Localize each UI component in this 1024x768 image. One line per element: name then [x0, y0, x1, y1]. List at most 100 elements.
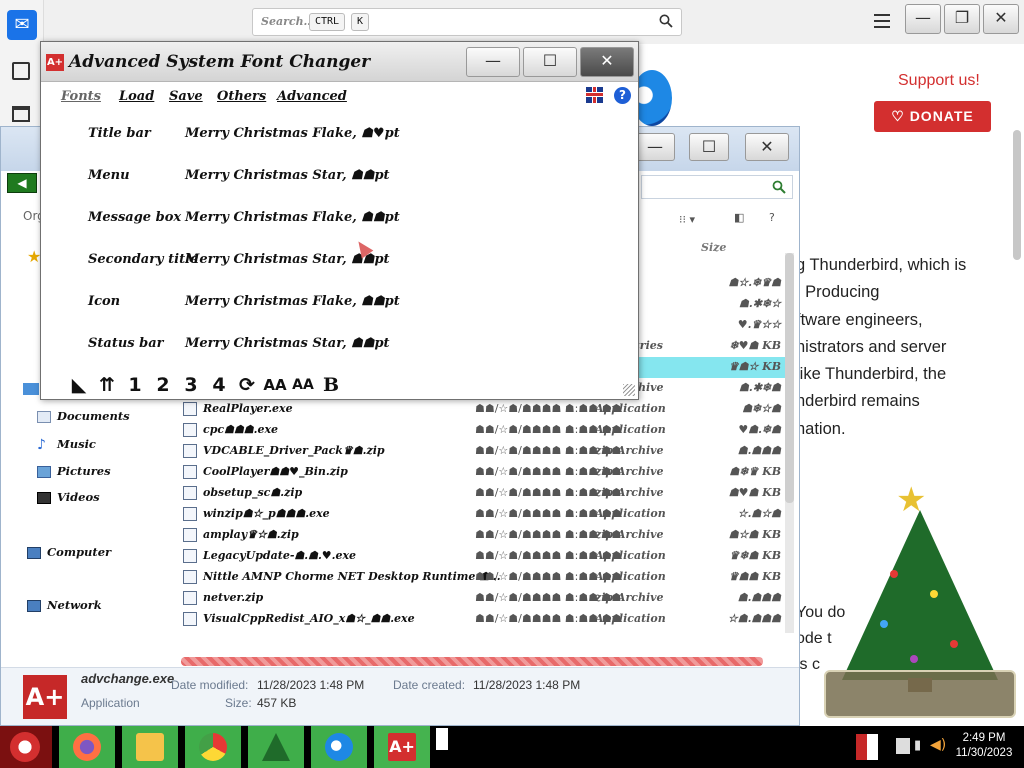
- font-setting-label: Icon: [88, 294, 121, 309]
- address-book-icon[interactable]: [12, 62, 30, 80]
- uk-flag-icon[interactable]: [586, 87, 603, 103]
- file-row[interactable]: amplay♛☆☗.zip ☗☗/☆☗/☗☗☗☗ ☗:☗☗ ☗☗ zip Archi…: [181, 525, 785, 546]
- file-row[interactable]: LegacyUpdate-☗.☗.♥.exe ☗☗/☆☗/☗☗☗☗ ☗:☗☗ ☗☗…: [181, 546, 785, 567]
- preset-4-button[interactable]: 4: [207, 373, 231, 397]
- file-size: ❄♥☗ KB: [729, 339, 781, 352]
- back-button[interactable]: ◀: [7, 173, 37, 193]
- donate-button[interactable]: ♡ DONATE: [874, 101, 991, 132]
- file-icon: [183, 465, 197, 479]
- explorer-maximize-button[interactable]: ☐: [689, 133, 729, 161]
- clock-time[interactable]: 2:49 PM: [952, 732, 1016, 744]
- help-icon[interactable]: ?: [769, 211, 775, 224]
- font-size-larger-button[interactable]: AA: [263, 373, 287, 397]
- font-setting-label: Message box: [88, 210, 182, 225]
- nav-network[interactable]: Network: [47, 598, 102, 612]
- taskbar-font-changer[interactable]: A+: [373, 726, 430, 768]
- menu-advanced[interactable]: Advanced: [277, 89, 347, 104]
- taskbar-christmas-tree[interactable]: [247, 726, 304, 768]
- menu-others[interactable]: Others: [217, 89, 266, 104]
- search-input[interactable]: Search… CTRL K: [252, 8, 682, 36]
- restore-button[interactable]: ❐: [944, 4, 980, 34]
- created-label: Date created:: [393, 678, 466, 692]
- taskbar-firefox[interactable]: [58, 726, 115, 768]
- file-name: obsetup_sc☗.zip: [203, 486, 303, 499]
- font-changer-maximize-button[interactable]: ☐: [523, 47, 577, 77]
- preset-3-button[interactable]: 3: [179, 373, 203, 397]
- app-menu-icon[interactable]: [874, 14, 890, 28]
- font-changer-close-button[interactable]: ✕: [580, 47, 634, 77]
- file-row[interactable]: cpc☗☗☗.exe ☗☗/☆☗/☗☗☗☗ ☗:☗☗ ☗☗ Application ♥…: [181, 420, 785, 441]
- language-icon[interactable]: [856, 734, 878, 760]
- preview-pane-icon[interactable]: ◧: [734, 211, 744, 224]
- libraries-icon[interactable]: [23, 383, 39, 395]
- nav-music[interactable]: Music: [57, 437, 96, 451]
- font-setting-label: Secondary title: [88, 252, 199, 267]
- font-setting-value[interactable]: Merry Christmas Flake, ☗☗pt: [185, 210, 400, 225]
- volume-icon[interactable]: ◀): [930, 737, 946, 753]
- nav-videos[interactable]: Videos: [57, 490, 100, 504]
- taskbar-thunderbird[interactable]: [310, 726, 367, 768]
- file-size: ♛☗☆ KB: [728, 360, 781, 373]
- bold-button[interactable]: B: [319, 373, 343, 397]
- file-size: ♥☗.❄☗: [738, 423, 781, 436]
- taskbar: A+ ▮ ◀) 2:49 PM 11/30/2023: [0, 726, 1024, 768]
- explorer-search-box[interactable]: [641, 175, 793, 199]
- file-row[interactable]: Nittle AMNP Chorme NET Desktop Runtime ☗…: [181, 567, 785, 588]
- font-changer-minimize-button[interactable]: —: [466, 47, 520, 77]
- search-placeholder: Search…: [261, 15, 315, 28]
- selected-file-name: advchange.exe: [81, 671, 175, 686]
- help-icon[interactable]: ?: [614, 87, 631, 104]
- file-row[interactable]: VDCABLE_Driver_Pack♛☗.zip ☗☗/☆☗/☗☗☗☗ ☗:☗☗…: [181, 441, 785, 462]
- chrome-icon: [199, 733, 227, 761]
- file-row[interactable]: netver.zip ☗☗/☆☗/☗☗☗☗ ☗:☗☗ ☗☗ zip Archive ☗…: [181, 588, 785, 609]
- resize-grip[interactable]: [623, 384, 635, 396]
- search-icon[interactable]: [772, 180, 786, 194]
- view-options-icon[interactable]: ⁝⁝ ▾: [679, 213, 695, 226]
- menu-save[interactable]: Save: [169, 89, 203, 104]
- font-setting-value[interactable]: Merry Christmas Star, ☗☗pt: [185, 336, 390, 351]
- file-row[interactable]: VisualCppRedist_AIO_x☗☆_☗☗.exe ☗☗/☆☗/☗☗☗☗…: [181, 609, 785, 630]
- menu-fonts[interactable]: Fonts: [61, 89, 101, 104]
- file-type: zip Archive: [595, 591, 664, 604]
- action-center-icon[interactable]: [896, 738, 910, 754]
- scroll-top-icon[interactable]: ⇈: [95, 373, 119, 397]
- close-button[interactable]: ✕: [983, 4, 1019, 34]
- nav-documents[interactable]: Documents: [57, 409, 130, 423]
- horizontal-scrollbar[interactable]: [181, 657, 763, 666]
- search-icon[interactable]: [659, 14, 673, 28]
- refresh-icon[interactable]: ⟳: [235, 373, 259, 397]
- preset-2-button[interactable]: 2: [151, 373, 175, 397]
- file-list-scrollbar-thumb[interactable]: [785, 253, 794, 503]
- network-tray-icon[interactable]: ▮: [914, 738, 928, 754]
- file-icon: [183, 444, 197, 458]
- calendar-icon[interactable]: [12, 106, 30, 122]
- taskbar-chrome[interactable]: [184, 726, 241, 768]
- support-us-text[interactable]: Support us!: [898, 72, 980, 90]
- nav-pictures[interactable]: Pictures: [57, 464, 111, 478]
- theme-toggle-icon[interactable]: ◣: [67, 373, 91, 397]
- minimize-button[interactable]: —: [905, 4, 941, 34]
- mail-space-icon[interactable]: ✉: [7, 10, 37, 40]
- file-row[interactable]: CoolPlayer☗☗♥_Bin.zip ☗☗/☆☗/☗☗☗☗ ☗:☗☗ ☗☗ z…: [181, 462, 785, 483]
- file-row[interactable]: obsetup_sc☗.zip ☗☗/☆☗/☗☗☗☗ ☗:☗☗ ☗☗ zip Arc…: [181, 483, 785, 504]
- explorer-close-button[interactable]: ✕: [745, 133, 789, 161]
- taskbar-explorer[interactable]: [121, 726, 178, 768]
- file-name: CoolPlayer☗☗♥_Bin.zip: [203, 465, 348, 478]
- font-setting-value[interactable]: Merry Christmas Star, ☗☗pt: [185, 168, 390, 183]
- font-changer-window: A+ Advanced System Font Changer — ☐ ✕ Fo…: [40, 41, 639, 400]
- nav-computer[interactable]: Computer: [47, 545, 111, 559]
- menu-load[interactable]: Load: [119, 89, 154, 104]
- start-button[interactable]: [0, 726, 52, 768]
- font-size-smaller-button[interactable]: AA: [291, 373, 315, 397]
- column-header-size[interactable]: Size: [701, 241, 726, 254]
- page-scrollbar[interactable]: [1013, 130, 1021, 260]
- font-setting-value[interactable]: Merry Christmas Flake, ☗♥pt: [185, 126, 400, 141]
- font-setting-label: Status bar: [88, 336, 164, 351]
- clock-date[interactable]: 11/30/2023: [948, 747, 1020, 759]
- file-name: LegacyUpdate-☗.☗.♥.exe: [203, 549, 357, 562]
- font-setting-value[interactable]: Merry Christmas Flake, ☗☗pt: [185, 294, 400, 309]
- explorer-minimize-button[interactable]: —: [635, 133, 675, 161]
- file-row[interactable]: winzip☗☆_p☗☗☗.exe ☗☗/☆☗/☗☗☗☗ ☗:☗☗ ☗☗ Appli…: [181, 504, 785, 525]
- preset-1-button[interactable]: 1: [123, 373, 147, 397]
- file-row[interactable]: RealPlayer.exe ☗☗/☆☗/☗☗☗☗ ☗:☗☗ ☗☗ Applicat…: [181, 399, 785, 420]
